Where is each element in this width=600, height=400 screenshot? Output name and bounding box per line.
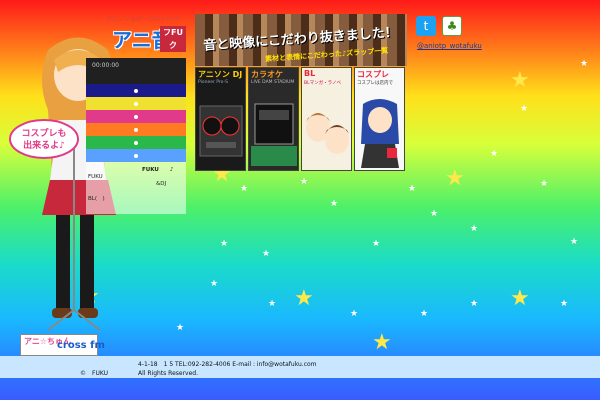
bullet-icon — [134, 101, 138, 106]
footer-contact: 4-1-18 1 5 TEL:092-282-4006 E-mail : inf… — [138, 361, 317, 368]
radio-banner[interactable]: アニ☆ちゅん cross fm — [20, 334, 105, 356]
footer: 4-1-18 1 5 TEL:092-282-4006 E-mail : inf… — [0, 356, 600, 378]
card-title: BL — [304, 69, 316, 78]
bl-manga-image — [306, 113, 349, 154]
menu-item-5[interactable] — [86, 136, 186, 149]
dj-controller-image — [199, 105, 243, 157]
bullet-icon — [134, 140, 138, 145]
footer-copyright: © FUKU All Rights Reserved. — [80, 370, 199, 377]
info-title: FUKU ♪ — [142, 167, 174, 173]
info-line-2: &DJ — [156, 181, 167, 187]
svg-text:コスプレも: コスプレも — [21, 127, 66, 139]
side-menu: 00:00:00 FUKU ♪ FUKU &DJ BL( ) — [86, 58, 186, 214]
logo-tagline: アニソン＆ボーカロイドバー — [106, 16, 184, 23]
card-desc: コスプレは店内で — [357, 81, 393, 86]
twitter-handle-link[interactable]: @aniotp_wotafuku — [417, 42, 482, 50]
site-logo[interactable]: アニソン＆ボーカロイドバー アニ音 フFUク — [98, 14, 188, 54]
card-title: アニソン DJ — [198, 70, 243, 79]
info-box: FUKU ♪ FUKU &DJ BL( ) — [86, 162, 186, 214]
card-title: コスプレ — [357, 70, 389, 79]
svg-text:出来るよ♪: 出来るよ♪ — [23, 139, 65, 151]
card-anison-dj[interactable]: アニソン DJ Pioneer Pro-S — [195, 67, 246, 171]
menu-item-4[interactable] — [86, 123, 186, 136]
clock-display: 00:00:00 — [86, 58, 186, 84]
mixi-icon[interactable]: ♣ — [442, 16, 462, 36]
info-line-3: BL( ) — [88, 196, 105, 202]
card-cosplay[interactable]: コスプレ コスプレは店内で — [354, 67, 405, 171]
cosplay-image — [361, 99, 399, 168]
bullet-icon — [134, 88, 138, 93]
card-bl[interactable]: BL BLマンガ・ラノベ — [301, 67, 352, 171]
karaoke-machine-image — [251, 103, 297, 166]
twitter-icon[interactable]: t — [416, 16, 436, 36]
bullet-icon — [134, 114, 138, 119]
hero-banner[interactable]: 音と映像にこだわり抜きました！ 素材と表情にこだわった♪ズラップ一覧 — [195, 14, 407, 66]
menu-item-1[interactable] — [86, 84, 186, 97]
speech-bubble: コスプレも 出来るよ♪ — [9, 119, 79, 159]
card-karaoke[interactable]: カラオケ LIVE DAM STADIUM — [248, 67, 299, 171]
info-line-1: FUKU — [88, 174, 103, 180]
menu-item-6[interactable] — [86, 149, 186, 162]
card-desc: Pioneer Pro-S — [198, 80, 228, 85]
radio-station-name: cross fm — [57, 340, 105, 351]
bullet-icon — [134, 153, 138, 158]
bullet-icon — [134, 127, 138, 132]
card-title: カラオケ — [251, 70, 283, 79]
card-desc: LIVE DAM STADIUM — [251, 80, 295, 85]
menu-item-2[interactable] — [86, 97, 186, 110]
menu-item-3[interactable] — [86, 110, 186, 123]
logo-badge: フFUク — [160, 26, 186, 52]
card-desc: BLマンガ・ラノベ — [304, 81, 342, 86]
